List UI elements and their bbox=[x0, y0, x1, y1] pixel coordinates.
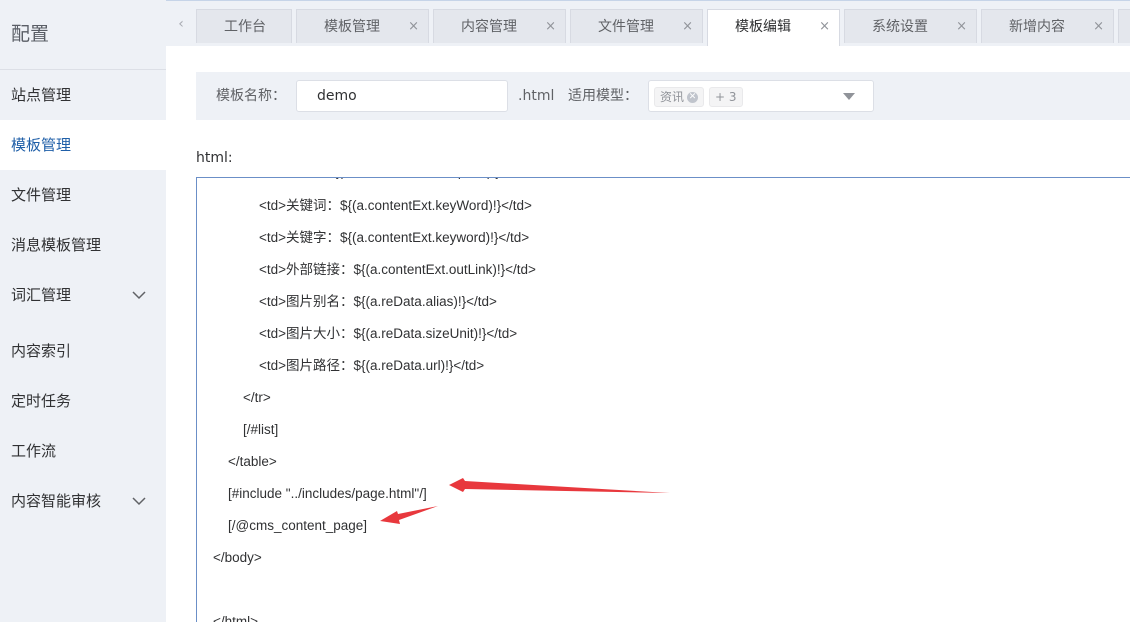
tab-item[interactable]: 模板管理 × bbox=[296, 9, 429, 43]
code-line: </html> bbox=[213, 614, 259, 622]
html-suffix-label: .html bbox=[518, 88, 555, 104]
code-editor[interactable]: <td>摘要：${(a.contentExt.description)!}</t… bbox=[196, 177, 1130, 622]
tab-label: 模板编辑 bbox=[735, 19, 791, 35]
tab-label: 新增内容 bbox=[1009, 19, 1065, 35]
app-root: 配置 站点管理 模板管理 文件管理 消息模板管理 词汇管理 内容索引 定时任务 工作流 内容智能… bbox=[0, 0, 1130, 622]
sidebar-item[interactable]: 文件管理 bbox=[0, 170, 166, 220]
caret-down-icon[interactable] bbox=[843, 93, 855, 100]
sidebar-item-label: 文件管理 bbox=[11, 186, 72, 204]
tab-item[interactable]: 新增内容 × bbox=[981, 9, 1114, 43]
code-line: <td>关键字：${(a.contentExt.keyword)!}</td> bbox=[259, 230, 530, 245]
sidebar-title: 配置 bbox=[0, 0, 166, 70]
close-icon[interactable]: × bbox=[682, 10, 693, 44]
chevron-down-icon[interactable] bbox=[132, 496, 146, 508]
sidebar-item[interactable]: 定时任务 bbox=[0, 376, 166, 426]
close-icon[interactable]: × bbox=[1093, 10, 1104, 44]
close-icon[interactable]: × bbox=[408, 10, 419, 44]
sidebar: 配置 站点管理模板管理文件管理消息模板管理 词汇管理内容索引定时任务工作流内容智能… bbox=[0, 0, 166, 622]
tab-overflow-edge bbox=[1118, 9, 1130, 43]
close-icon[interactable]: × bbox=[956, 10, 967, 44]
sidebar-item-label: 内容智能审核 bbox=[11, 492, 102, 510]
sidebar-item-label: 词汇管理 bbox=[11, 286, 72, 304]
template-name-input[interactable]: demo bbox=[296, 80, 508, 112]
sidebar-item[interactable]: 内容智能审核 bbox=[0, 476, 166, 526]
sidebar-item[interactable]: 内容索引 bbox=[0, 326, 166, 376]
model-label: 适用模型： bbox=[568, 88, 638, 104]
sidebar-item-label: 模板管理 bbox=[11, 136, 72, 154]
tab-label: 工作台 bbox=[224, 19, 266, 35]
close-icon[interactable]: × bbox=[545, 10, 556, 44]
code-line: </table> bbox=[228, 454, 277, 469]
code-line: <td>图片路径：${(a.reData.url)!}</td> bbox=[259, 358, 485, 373]
sidebar-item-label: 消息模板管理 bbox=[11, 236, 102, 254]
tab-item[interactable]: 文件管理 × bbox=[570, 9, 703, 43]
close-circle-icon[interactable]: ✕ bbox=[687, 92, 699, 103]
code-line: <td>图片大小：${(a.reData.sizeUnit)!}</td> bbox=[259, 326, 518, 341]
tab-label: 文件管理 bbox=[598, 19, 654, 35]
tab-item[interactable]: 系统设置 × bbox=[844, 9, 977, 43]
tab-bar: ‹ 工作台 模板管理 × 内容管理 × 文件管理 × 模板编辑 × 系统设置 × 新增内容 × bbox=[166, 0, 1130, 46]
sidebar-item[interactable]: 词汇管理 bbox=[0, 270, 166, 320]
close-icon[interactable]: × bbox=[819, 10, 830, 44]
tab-label: 内容管理 bbox=[461, 19, 517, 35]
html-label: html: bbox=[196, 150, 233, 166]
code-line: <td>外部链接：${(a.contentExt.outLink)!}</td> bbox=[259, 262, 536, 277]
sidebar-item[interactable]: 消息模板管理 bbox=[0, 220, 166, 270]
sidebar-item-label: 内容索引 bbox=[11, 342, 72, 360]
tab-item[interactable]: 模板编辑 × bbox=[707, 9, 840, 46]
chevron-left-icon[interactable]: ‹ bbox=[166, 1, 196, 46]
sidebar-item[interactable]: 站点管理 bbox=[0, 70, 166, 120]
sidebar-item-label: 站点管理 bbox=[11, 86, 72, 104]
sidebar-item-label: 定时任务 bbox=[11, 392, 72, 410]
code-line: <td>图片别名：${(a.reData.alias)!}</td> bbox=[259, 294, 497, 309]
sidebar-item[interactable]: 模板管理 bbox=[0, 120, 166, 170]
tab-item[interactable]: 工作台 bbox=[196, 9, 292, 43]
code-line: </body> bbox=[213, 550, 262, 565]
template-name-label: 模板名称： bbox=[216, 88, 286, 104]
tab-item[interactable]: 内容管理 × bbox=[433, 9, 566, 43]
model-tag-label: 资讯 bbox=[660, 90, 685, 104]
code-line: [/@cms_content_page] bbox=[228, 518, 368, 533]
sidebar-item-label: 工作流 bbox=[11, 442, 57, 460]
model-more-tag: + 3 bbox=[709, 87, 743, 107]
code-line: [#include "../includes/page.html"/] bbox=[228, 486, 427, 501]
model-select[interactable]: 资讯 ✕ + 3 bbox=[648, 80, 874, 112]
sidebar-item[interactable]: 工作流 bbox=[0, 426, 166, 476]
code-line: <td>关键词：${(a.contentExt.keyWord)!}</td> bbox=[259, 198, 532, 213]
model-tag: 资讯 ✕ bbox=[654, 87, 705, 107]
code-line: <td>摘要：${(a.contentExt.description)!}</t… bbox=[259, 178, 531, 182]
tab-label: 系统设置 bbox=[872, 19, 928, 35]
chevron-down-icon[interactable] bbox=[132, 290, 146, 302]
template-form-toolbar: 模板名称： demo .html 适用模型： 资讯 ✕ + 3 bbox=[196, 72, 1130, 120]
code-line: </tr> bbox=[243, 390, 271, 405]
tab-label: 模板管理 bbox=[324, 19, 380, 35]
code-line: [/#list] bbox=[243, 422, 279, 437]
